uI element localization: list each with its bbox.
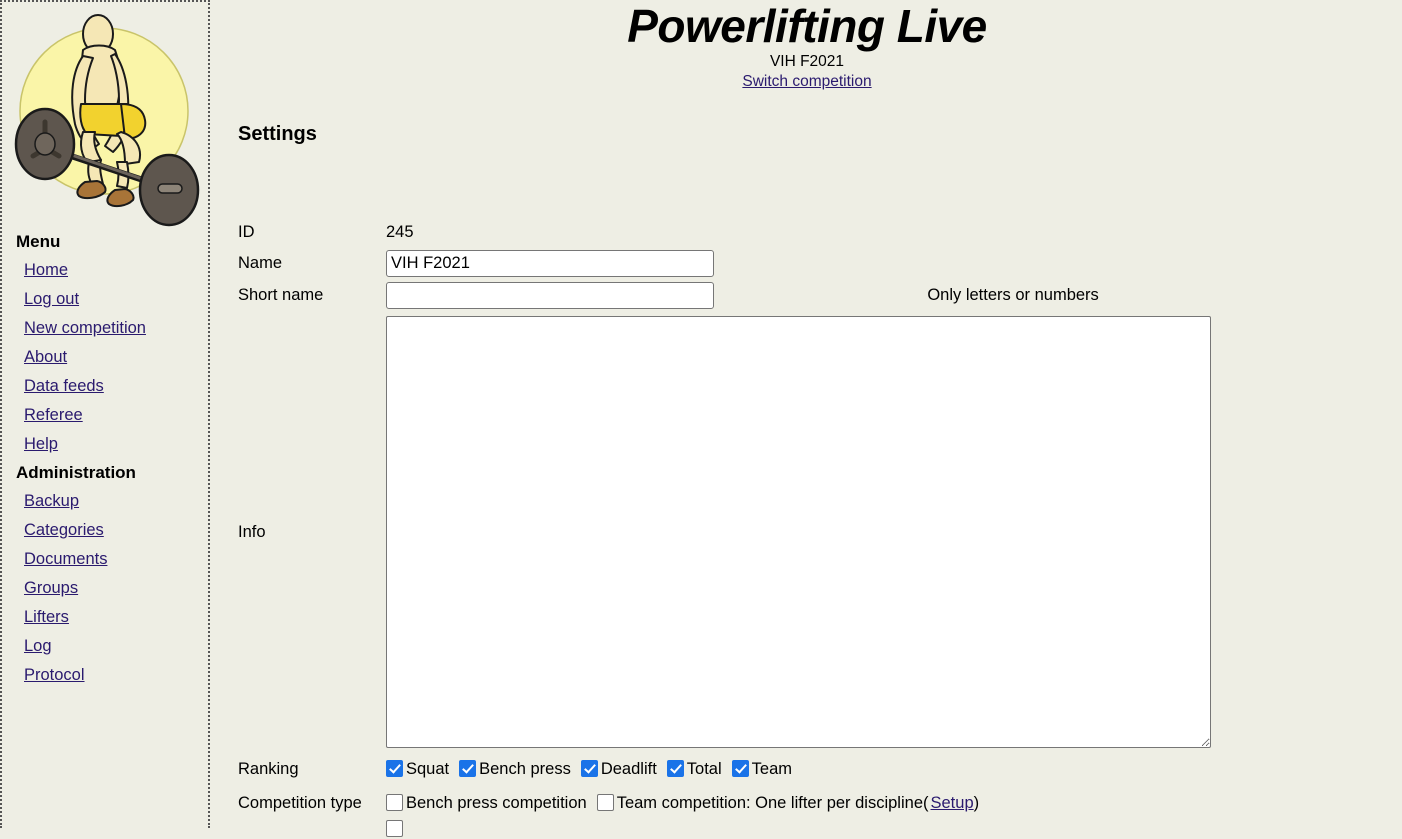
ranking-checkbox-deadlift[interactable]: [580, 759, 598, 777]
ranking-label-deadlift: Deadlift: [600, 759, 657, 778]
close-paren: ): [973, 793, 980, 812]
ranking-checkbox-team[interactable]: [731, 759, 749, 777]
info-textarea-cell: [386, 312, 1211, 752]
competition-type-checkbox-group: Bench press competition Team competition:…: [386, 786, 1211, 820]
short-name-hint: Only letters or numbers: [927, 286, 1099, 304]
sidebar-menu-list: Home Log out New competition About Data …: [2, 256, 208, 459]
short-name-input[interactable]: [386, 282, 714, 309]
sidebar-link-categories[interactable]: Categories: [24, 521, 104, 539]
sidebar-link-lifters[interactable]: Lifters: [24, 608, 69, 626]
sidebar-item-about[interactable]: About: [2, 343, 208, 372]
ranking-label-squat: Squat: [406, 759, 450, 778]
sidebar-item-groups[interactable]: Groups: [2, 574, 208, 603]
sidebar-item-documents[interactable]: Documents: [2, 545, 208, 574]
sidebar-link-home[interactable]: Home: [24, 261, 68, 279]
powerlifter-deadlift-logo-icon: [3, 4, 207, 228]
competition-type-checkbox-bench-press[interactable]: [386, 793, 403, 811]
sidebar-link-protocol[interactable]: Protocol: [24, 666, 85, 684]
sidebar-link-about[interactable]: About: [24, 348, 67, 366]
ranking-checkbox-total[interactable]: [666, 759, 684, 777]
sidebar-item-help[interactable]: Help: [2, 430, 208, 459]
extra-checkbox-partial[interactable]: [386, 820, 403, 837]
ranking-label-bench-press: Bench press: [479, 759, 571, 778]
switch-competition-link-wrap: Switch competition: [212, 72, 1402, 92]
short-name-input-cell: [386, 279, 921, 312]
page-header: Powerlifting Live VIH F2021 Switch compe…: [212, 0, 1402, 92]
sidebar-link-log-out[interactable]: Log out: [24, 290, 79, 308]
form-row-short-name: Short name Only letters or numbers: [238, 279, 1211, 312]
sidebar-menu-heading: Menu: [16, 232, 61, 251]
ranking-checkbox-bench-press[interactable]: [459, 759, 477, 777]
ranking-label: Ranking: [238, 759, 299, 778]
brand-title: Powerlifting Live: [627, 0, 987, 52]
sidebar-item-log-out[interactable]: Log out: [2, 285, 208, 314]
sidebar-item-referee[interactable]: Referee: [2, 401, 208, 430]
sidebar-item-categories[interactable]: Categories: [2, 516, 208, 545]
form-row-competition-type: Competition type Bench press competition…: [238, 786, 1211, 820]
sidebar-item-log[interactable]: Log: [2, 632, 208, 661]
competition-type-label: Competition type: [238, 793, 362, 812]
extra-checkbox-group: [386, 820, 1211, 839]
sidebar-link-documents[interactable]: Documents: [24, 550, 107, 568]
id-value: 245: [386, 223, 414, 241]
sidebar-link-data-feeds[interactable]: Data feeds: [24, 377, 104, 395]
sidebar-item-lifters[interactable]: Lifters: [2, 603, 208, 632]
page-title: Settings: [238, 123, 317, 145]
ranking-label-total: Total: [686, 759, 722, 778]
current-competition-name: VIH F2021: [769, 53, 845, 70]
info-textarea[interactable]: [386, 316, 1211, 748]
extra-label: [238, 820, 386, 839]
form-row-extra-partial: [238, 820, 1211, 839]
id-label: ID: [238, 223, 255, 241]
sidebar-item-home[interactable]: Home: [2, 256, 208, 285]
form-row-ranking: Ranking Squat Bench press Deadlift Total Tea…: [238, 752, 1211, 786]
competition-type-label-team: Team competition: One lifter per discipl…: [616, 793, 929, 812]
sidebar-admin-list: Backup Categories Documents Groups Lifte…: [2, 487, 208, 690]
sidebar-link-referee[interactable]: Referee: [24, 406, 83, 424]
competition-type-label-bench-press: Bench press competition: [406, 793, 587, 812]
ranking-label-team: Team: [751, 759, 793, 778]
name-input[interactable]: [386, 249, 714, 277]
sidebar-link-new-competition[interactable]: New competition: [24, 319, 146, 337]
short-name-label: Short name: [238, 286, 324, 304]
form-row-info: Info: [238, 312, 1211, 752]
sidebar-item-data-feeds[interactable]: Data feeds: [2, 372, 208, 401]
info-label: Info: [238, 522, 266, 541]
name-label: Name: [238, 253, 283, 272]
settings-form: ID 245 Name Short name Only letters or n…: [238, 218, 1211, 839]
sidebar-item-new-competition[interactable]: New competition: [2, 314, 208, 343]
sidebar-link-log[interactable]: Log: [24, 637, 52, 655]
ranking-checkbox-squat[interactable]: [386, 759, 403, 777]
form-row-id: ID 245: [238, 218, 1211, 247]
ranking-checkbox-group: Squat Bench press Deadlift Total Team: [386, 752, 1211, 786]
sidebar-link-backup[interactable]: Backup: [24, 492, 79, 510]
name-input-cell: [386, 247, 921, 279]
sidebar: Menu Home Log out New competition About …: [0, 0, 210, 828]
team-setup-link[interactable]: Setup: [931, 794, 974, 812]
sidebar-admin-heading: Administration: [16, 463, 136, 482]
switch-competition-link[interactable]: Switch competition: [742, 73, 871, 90]
main-content: Settings ID 245 Name Short name Only let…: [238, 118, 1388, 839]
competition-type-checkbox-team[interactable]: [596, 793, 614, 811]
app-page: Menu Home Log out New competition About …: [0, 0, 1402, 837]
sidebar-item-backup[interactable]: Backup: [2, 487, 208, 516]
sidebar-item-protocol[interactable]: Protocol: [2, 661, 208, 690]
form-row-name: Name: [238, 247, 1211, 279]
sidebar-link-groups[interactable]: Groups: [24, 579, 78, 597]
sidebar-link-help[interactable]: Help: [24, 435, 58, 453]
